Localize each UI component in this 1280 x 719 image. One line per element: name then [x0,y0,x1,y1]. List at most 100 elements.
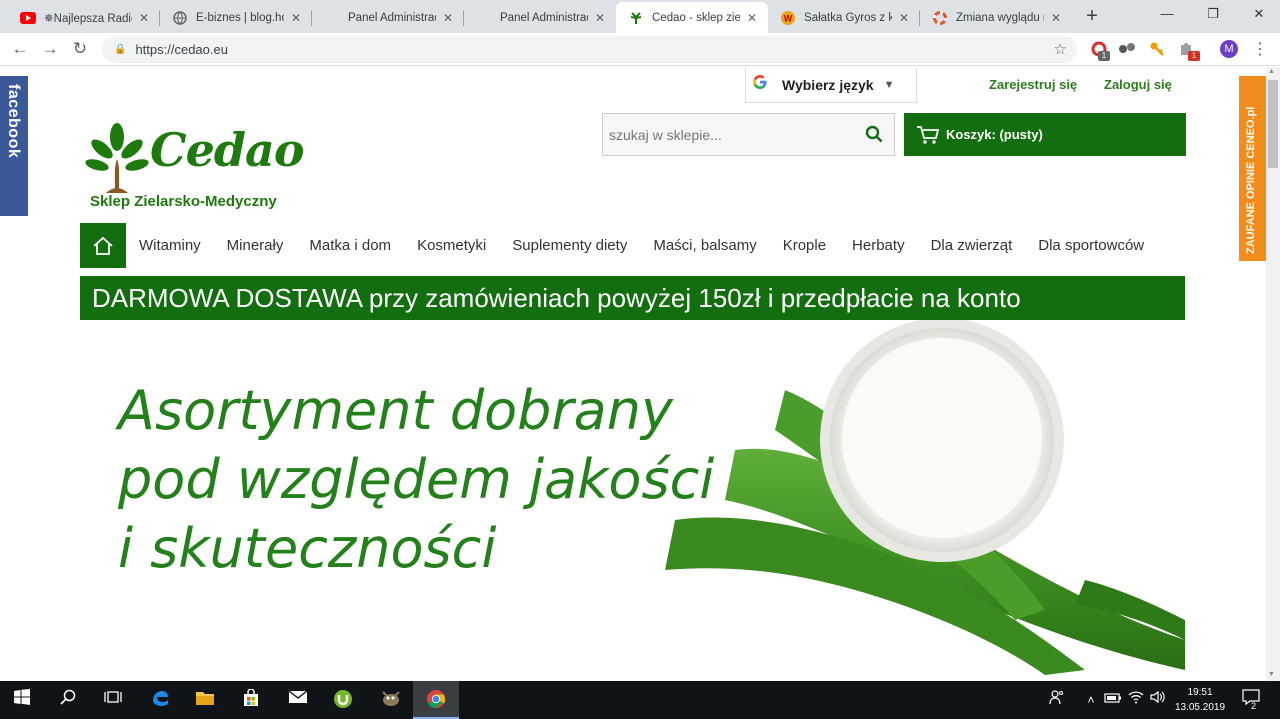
language-label: Wybierz język [782,76,874,93]
forward-arrow-icon[interactable]: → [38,38,62,62]
ceneo-side-tab[interactable]: ZAUFANE OPINIE CENEO.pl [1239,76,1266,261]
extension-badge: 1 [1098,51,1110,61]
reload-icon[interactable]: ↻ [68,38,92,62]
mail-icon[interactable] [287,689,309,711]
tree-logo-icon [85,123,149,193]
close-icon[interactable]: ✕ [440,10,456,26]
profile-avatar[interactable]: M [1220,40,1238,58]
menu-item-masci-balsamy[interactable]: Maści, balsamy [653,237,756,254]
tab-title: Sałatka Gyros z ku [804,11,892,24]
tab-title: Panel Administracy [500,11,588,24]
google-icon [752,74,768,95]
wifi-icon[interactable] [1125,689,1147,711]
cart-label: Koszyk: (pusty) [946,127,1043,142]
back-arrow-icon[interactable]: ← [8,38,32,62]
file-explorer-icon[interactable] [194,689,216,711]
menu-item-krople[interactable]: Krople [783,237,826,254]
store-icon[interactable] [240,688,262,711]
search-icon[interactable] [865,125,883,143]
menu-item-dla-sportowcow[interactable]: Dla sportowców [1038,237,1144,254]
browser-tab[interactable]: W Sałatka Gyros z ku ✕ [768,2,920,33]
cedao-icon [628,10,644,26]
globe-icon [172,10,188,26]
browser-toolbar: ← → ↻ 🔒 https://cedao.eu ☆ 1 1 ⋮ [0,33,1280,66]
close-icon[interactable]: ✕ [744,10,760,26]
youtube-icon [20,10,36,26]
clock-date: 13.05.2019 [1174,702,1226,713]
task-view-icon[interactable] [102,689,124,711]
menu-item-herbaty[interactable]: Herbaty [852,237,905,254]
volume-icon[interactable] [1147,689,1169,711]
address-bar[interactable]: 🔒 https://cedao.eu ☆ [102,36,1077,63]
cart-icon [917,125,940,144]
menu-item-mineraly[interactable]: Minerały [227,237,284,254]
notifications-count: 2 [1251,701,1257,711]
tab-title: E-biznes | blog.hor [196,11,284,24]
language-selector[interactable]: Wybierz język ▼ [745,67,917,103]
window-close-button[interactable]: ✕ [1236,0,1280,28]
windows-taskbar: ˄ 19:51 13.05.2019 2 [0,681,1280,719]
people-icon[interactable] [1046,689,1068,711]
scrollbar-thumb[interactable] [1268,80,1278,168]
utorrent-icon[interactable] [332,689,354,711]
browser-tab[interactable]: ✵Najlepsza Radio ✕ [8,2,160,33]
login-link[interactable]: Zaloguj się [1104,77,1172,92]
extension-key-icon[interactable] [1148,41,1166,59]
tab-title: Panel Administracy [348,11,436,24]
hero-slider[interactable]: Asortyment dobrany pod względem jakości … [80,320,1185,681]
gimp-icon[interactable] [380,689,402,711]
site-logo[interactable]: Cedao Sklep Zielarsko-Medyczny [84,123,324,215]
menu-kebab-icon[interactable]: ⋮ [1251,41,1269,59]
chrome-icon[interactable] [425,689,447,711]
browser-tab[interactable]: Panel Administracy ✕ [464,2,616,33]
menu-item-matka-i-dom[interactable]: Matka i dom [309,237,391,254]
facebook-side-tab[interactable]: facebook [0,76,28,216]
close-icon[interactable]: ✕ [592,10,608,26]
battery-icon[interactable] [1102,689,1124,711]
bookmark-star-icon[interactable]: ☆ [1054,40,1067,58]
menu-item-witaminy[interactable]: Witaminy [139,237,201,254]
cart-button[interactable]: Koszyk: (pusty) [904,113,1186,156]
hero-line: i skuteczności [118,517,497,580]
free-delivery-banner: DARMOWA DOSTAWA przy zamówieniach powyże… [80,276,1185,320]
register-link[interactable]: Zarejestruj się [989,77,1077,92]
browser-tab-active[interactable]: Cedao - sklep ziela ✕ [616,2,768,33]
system-clock[interactable]: 19:51 13.05.2019 [1170,685,1230,715]
blank-icon [476,10,492,26]
tray-chevron-up-icon[interactable]: ˄ [1080,689,1102,711]
facebook-label: facebook [5,84,22,159]
main-menu: Witaminy Minerały Matka i dom Kosmetyki … [80,223,1185,268]
maximize-button[interactable]: ❐ [1190,0,1236,28]
scroll-up-arrow-icon[interactable]: ▲ [1268,68,1275,75]
close-icon[interactable]: ✕ [288,10,304,26]
url-text: https://cedao.eu [135,42,228,57]
menu-item-dla-zwierzat[interactable]: Dla zwierząt [931,237,1013,254]
minimize-button[interactable]: — [1144,0,1190,28]
hero-line: Asortyment dobrany [118,379,673,442]
ceneo-label: ZAUFANE OPINIE CENEO.pl [1245,106,1257,254]
hero-line: pod względem jakości [118,448,715,511]
close-icon[interactable]: ✕ [896,10,912,26]
clock-time: 19:51 [1187,687,1213,698]
browser-tab[interactable]: E-biznes | blog.hor ✕ [160,2,312,33]
home-button[interactable] [80,223,126,268]
menu-item-suplementy-diety[interactable]: Suplementy diety [512,237,627,254]
search-icon[interactable] [57,689,79,711]
windows-start-icon[interactable] [11,689,33,711]
tab-strip: ✵Najlepsza Radio ✕ E-biznes | blog.hor ✕… [0,0,1280,33]
browser-tab[interactable]: Zmiana wyglądu m ✕ [920,2,1072,33]
extension-badge: 1 [1188,51,1200,61]
edge-icon[interactable] [149,689,171,711]
logo-brand-text: Cedao [150,123,305,177]
close-icon[interactable]: ✕ [1048,10,1064,26]
tab-title: Zmiana wyglądu m [956,11,1044,24]
tab-title: ✵Najlepsza Radio [44,12,132,25]
close-icon[interactable]: ✕ [136,10,152,26]
new-tab-button[interactable]: + [1080,5,1104,29]
browser-tab[interactable]: Panel Administracy ✕ [312,2,464,33]
menu-item-kosmetyki[interactable]: Kosmetyki [417,237,486,254]
logo-subtitle: Sklep Zielarsko-Medyczny [90,193,277,210]
search-input[interactable] [603,114,853,155]
extension-glasses-icon[interactable] [1118,41,1136,59]
scroll-down-arrow-icon[interactable]: ▼ [1268,671,1275,678]
